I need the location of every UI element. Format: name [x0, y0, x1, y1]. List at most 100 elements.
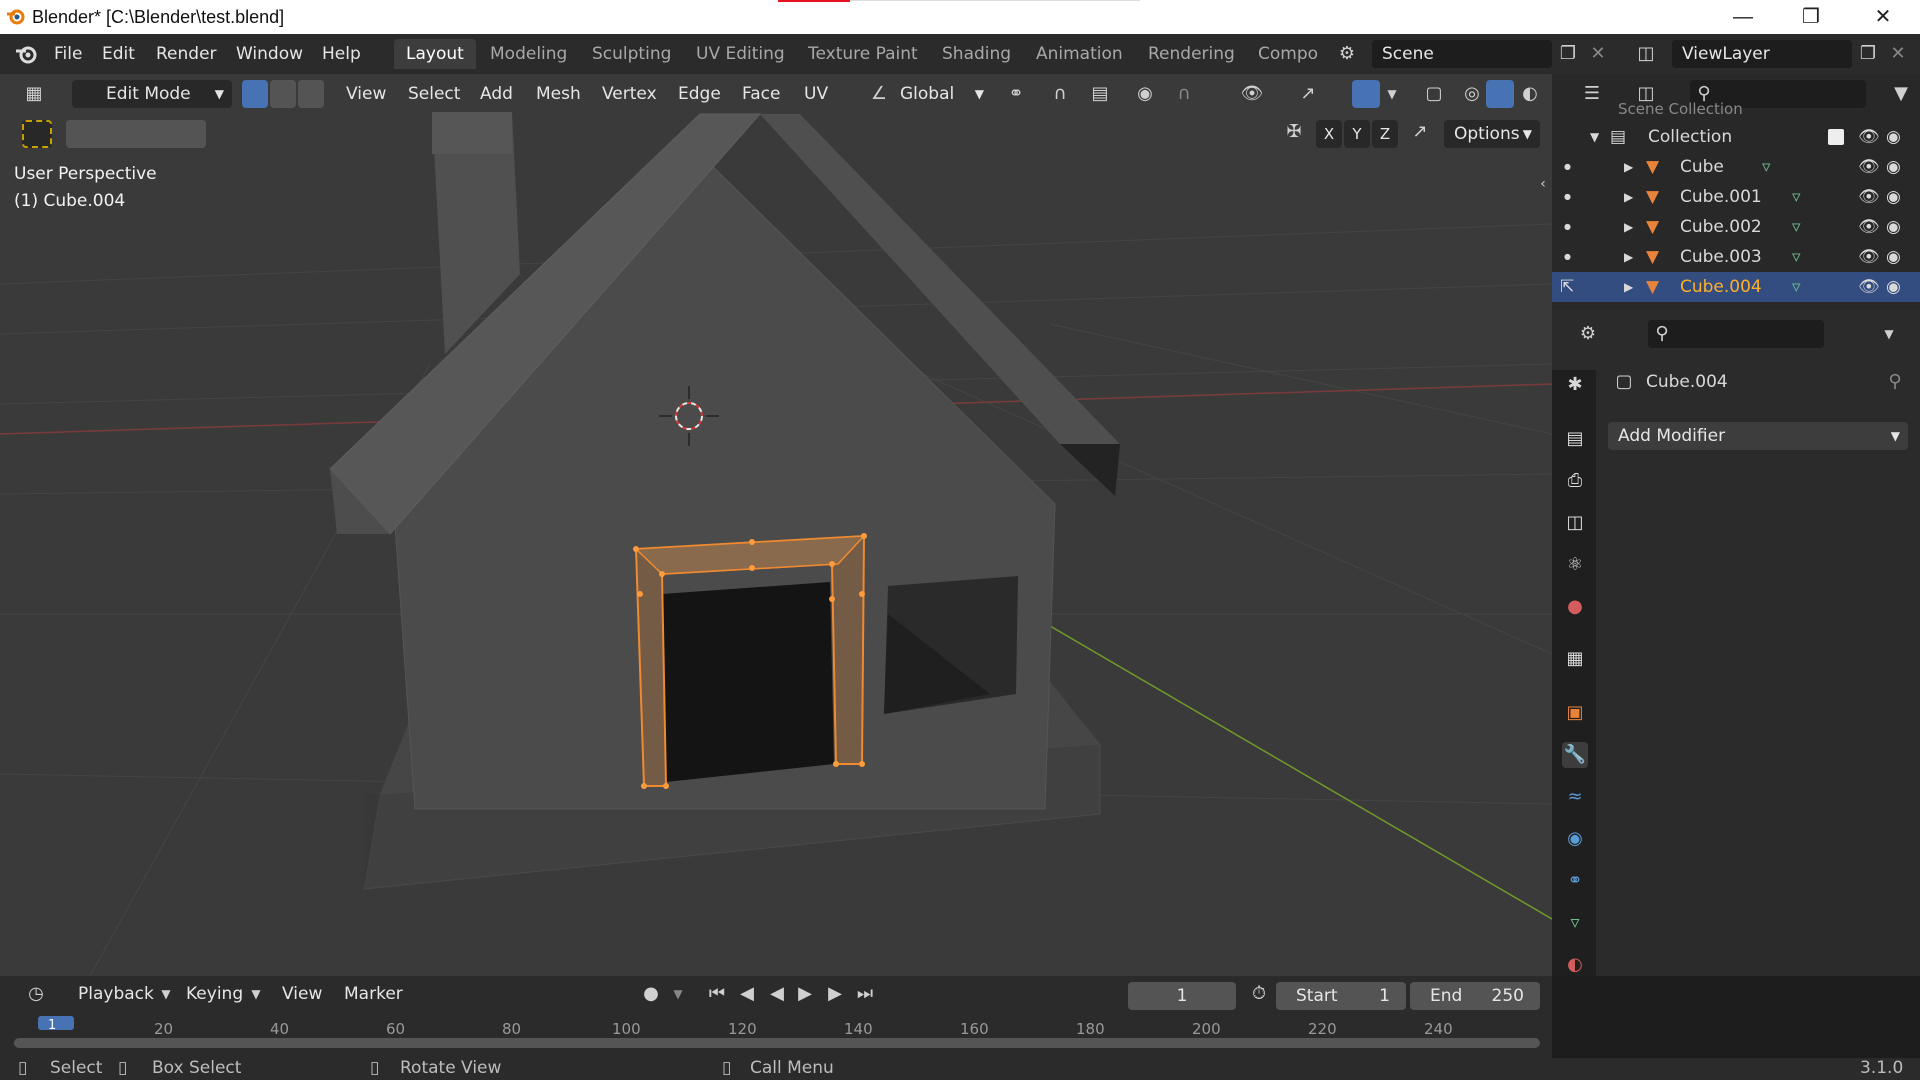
tab-uv-editing[interactable]: UV Editing	[684, 39, 797, 69]
output-icon[interactable]: ⎙	[1562, 468, 1588, 494]
tab-sculpting[interactable]: Sculpting	[580, 39, 683, 69]
menu-edge[interactable]: Edge	[678, 80, 721, 108]
chevron-down-icon[interactable]: ▼	[1876, 320, 1902, 348]
timeline-scrollbar[interactable]	[14, 1038, 1540, 1048]
selection-mode-buttons[interactable]	[66, 120, 206, 148]
menu-vertex[interactable]: Vertex	[602, 80, 657, 108]
collection-icon[interactable]: ▦	[1562, 646, 1588, 672]
vertex-select-icon[interactable]	[242, 80, 268, 108]
falloff-icon[interactable]: ∩	[1164, 80, 1204, 108]
delete-scene-icon[interactable]: ✕	[1584, 40, 1612, 68]
timeline-type-icon[interactable]: ◷	[14, 980, 58, 1008]
overlays-icon[interactable]	[1352, 80, 1380, 108]
view-layer-field[interactable]: ViewLayer	[1672, 40, 1852, 68]
menu-view[interactable]: View	[346, 80, 386, 108]
eye-icon[interactable]: 👁	[1858, 182, 1880, 212]
view-layer-icon[interactable]: ◫	[1562, 510, 1588, 536]
data-icon[interactable]: ▿	[1562, 910, 1588, 936]
snap-target-icon[interactable]: ▤	[1080, 80, 1120, 108]
camera-icon[interactable]: ◉	[1886, 152, 1901, 182]
auto-merge-icon[interactable]: ↗	[1406, 118, 1434, 146]
visibility-icon[interactable]: 👁	[1230, 80, 1274, 108]
exclude-checkbox[interactable]	[1828, 129, 1844, 145]
mode-dropdown[interactable]: Edit Mode ▼	[72, 80, 232, 108]
properties-type-icon[interactable]: ⚙	[1566, 320, 1610, 348]
sidebar-toggle-icon[interactable]: ‹	[1534, 170, 1552, 198]
mesh-data-icon[interactable]: ▿	[1792, 272, 1801, 302]
menu-edit[interactable]: Edit	[102, 44, 135, 64]
restore-icon[interactable]: ❐	[1788, 2, 1834, 32]
scene-icon[interactable]: ⚛	[1562, 552, 1588, 578]
proportional-edit-icon[interactable]: ◉	[1132, 80, 1158, 108]
edge-select-icon[interactable]	[270, 80, 296, 108]
menu-window[interactable]: Window	[236, 44, 303, 64]
material-icon[interactable]: ◐	[1562, 952, 1588, 978]
render-icon[interactable]: ▤	[1562, 426, 1588, 452]
tab-animation[interactable]: Animation	[1024, 39, 1135, 69]
close-icon[interactable]: ✕	[1860, 2, 1906, 32]
options-dropdown[interactable]: Options ▼	[1444, 120, 1540, 148]
camera-icon[interactable]: ◉	[1886, 272, 1901, 302]
wireframe-shading-icon[interactable]: ◎	[1458, 80, 1486, 108]
camera-icon[interactable]: ◉	[1886, 122, 1901, 152]
outliner-item-cube-001[interactable]: ● ▶ ▼ Cube.001 ▿ 👁 ◉	[1552, 182, 1920, 212]
record-icon[interactable]: ●	[638, 980, 664, 1008]
tool-icon[interactable]: ✱	[1562, 372, 1588, 398]
scene-field[interactable]: Scene	[1372, 40, 1552, 68]
menu-help[interactable]: Help	[322, 44, 361, 64]
chevron-down-icon[interactable]: ▼	[668, 980, 688, 1008]
eye-icon[interactable]: 👁	[1858, 242, 1880, 272]
next-keyframe-icon[interactable]: ▶	[822, 980, 848, 1008]
menu-file[interactable]: File	[54, 44, 82, 64]
face-select-icon[interactable]	[298, 80, 324, 108]
delete-view-layer-icon[interactable]: ✕	[1884, 40, 1912, 68]
editor-type-icon[interactable]: ▦	[14, 80, 54, 108]
menu-marker[interactable]: Marker	[344, 980, 403, 1008]
current-frame-field[interactable]: 1	[1128, 982, 1236, 1010]
scene-collection-row[interactable]: Scene Collection	[1552, 102, 1920, 116]
end-frame-field[interactable]: End 250	[1410, 982, 1540, 1010]
mesh-data-icon[interactable]: ▿	[1792, 182, 1801, 212]
menu-add[interactable]: Add	[480, 80, 513, 108]
tab-modeling[interactable]: Modeling	[478, 39, 579, 69]
pin-icon[interactable]: ⚲	[1882, 368, 1908, 396]
menu-view[interactable]: View	[282, 980, 322, 1008]
new-scene-icon[interactable]: ❐	[1554, 40, 1582, 68]
menu-uv[interactable]: UV	[804, 80, 828, 108]
stopwatch-icon[interactable]: ⏱	[1246, 980, 1272, 1008]
minimize-icon[interactable]: —	[1720, 2, 1766, 32]
prev-keyframe-icon[interactable]: ◀	[734, 980, 760, 1008]
material-shading-icon[interactable]: ◐	[1516, 80, 1544, 108]
particles-icon[interactable]: ≈	[1562, 784, 1588, 810]
mesh-data-icon[interactable]: ▿	[1792, 212, 1801, 242]
outliner-item-cube[interactable]: ● ▶ ▼ Cube ▿ 👁 ◉	[1552, 152, 1920, 182]
chevron-right-icon[interactable]: ▶	[1624, 182, 1633, 212]
pivot-point-icon[interactable]: ⚭	[996, 80, 1036, 108]
frame-ruler[interactable]: 1 20 40 60 80 100 120 140 160 180 200 22…	[0, 1016, 1552, 1034]
mesh-data-icon[interactable]: ▿	[1762, 152, 1771, 182]
axis-z-toggle[interactable]: Z	[1372, 120, 1398, 148]
chevron-down-icon[interactable]: ▼	[1590, 122, 1599, 152]
edit-mode-icon[interactable]: ⇱	[1560, 272, 1574, 302]
collection-row[interactable]: ▼ ▤ Collection 👁 ◉	[1552, 122, 1920, 152]
menu-mesh[interactable]: Mesh	[536, 80, 581, 108]
chevron-down-icon[interactable]: ▼	[1382, 80, 1402, 108]
camera-icon[interactable]: ◉	[1886, 182, 1901, 212]
play-reverse-icon[interactable]: ◀	[764, 980, 790, 1008]
physics-icon[interactable]: ◉	[1562, 826, 1588, 852]
view-layer-icon[interactable]: ◫	[1626, 40, 1666, 68]
eye-icon[interactable]: 👁	[1858, 212, 1880, 242]
new-view-layer-icon[interactable]: ❐	[1854, 40, 1882, 68]
menu-keying[interactable]: Keying	[186, 980, 243, 1008]
mesh-data-icon[interactable]: ▿	[1792, 242, 1801, 272]
add-modifier-button[interactable]: Add Modifier ▼	[1608, 422, 1908, 450]
select-tool-icon[interactable]	[22, 120, 52, 148]
menu-render[interactable]: Render	[156, 44, 217, 64]
chevron-right-icon[interactable]: ▶	[1624, 272, 1633, 302]
xray-icon[interactable]: ▢	[1420, 80, 1448, 108]
outliner-item-cube-002[interactable]: ● ▶ ▼ Cube.002 ▿ 👁 ◉	[1552, 212, 1920, 242]
camera-icon[interactable]: ◉	[1886, 242, 1901, 272]
outliner-item-cube-003[interactable]: ● ▶ ▼ Cube.003 ▿ 👁 ◉	[1552, 242, 1920, 272]
gizmo-icon[interactable]: ↗	[1288, 80, 1328, 108]
solid-shading-icon[interactable]	[1486, 80, 1514, 108]
